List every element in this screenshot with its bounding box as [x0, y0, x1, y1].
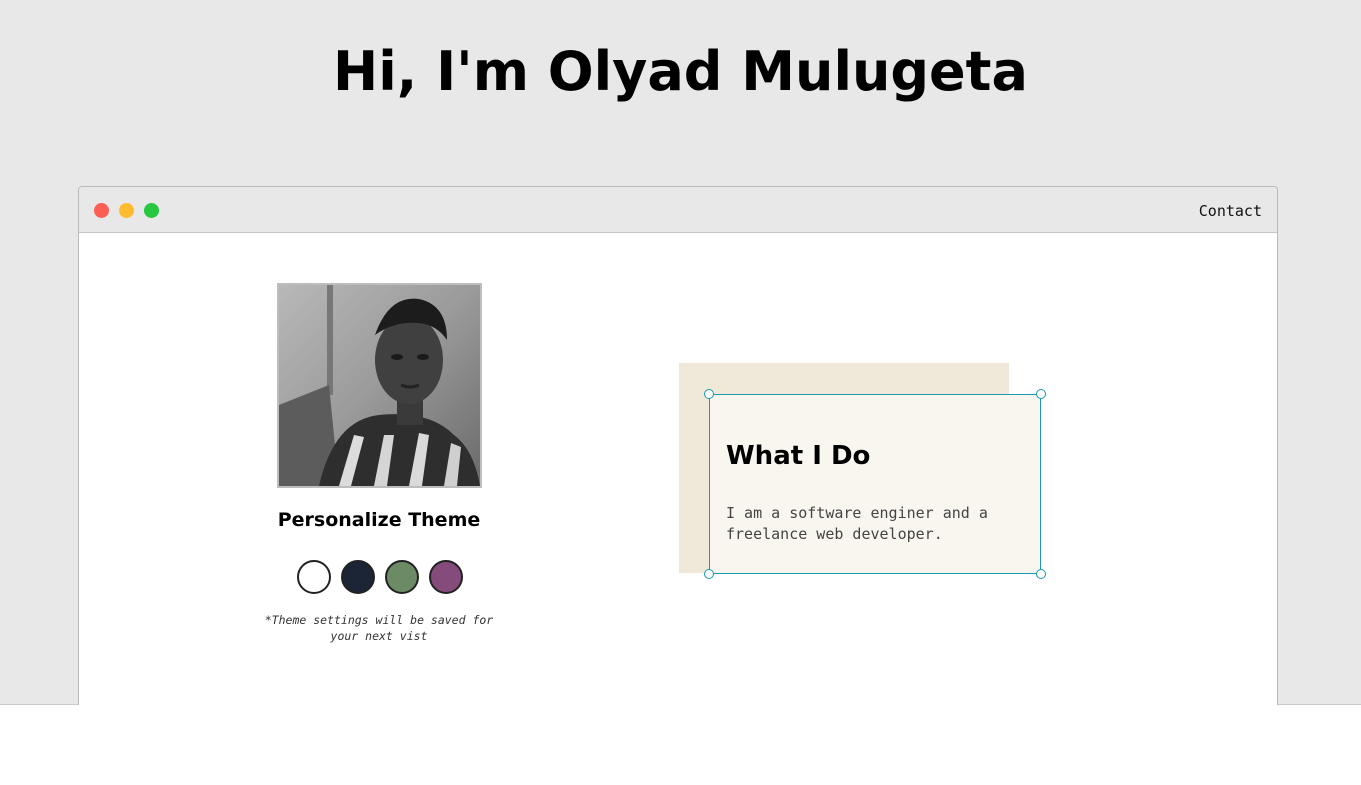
close-window-button[interactable]: [94, 203, 109, 218]
resize-handle-top-right[interactable]: [1036, 389, 1046, 399]
browser-window: Contact Personalize Theme *Theme setting…: [78, 186, 1278, 705]
theme-swatch-purple[interactable]: [429, 560, 463, 594]
window-titlebar: Contact: [79, 187, 1277, 233]
avatar: [277, 283, 482, 488]
theme-swatch-light[interactable]: [297, 560, 331, 594]
what-i-do-card: What I Do I am a software enginer and a …: [704, 389, 1046, 579]
card-title: What I Do: [726, 441, 871, 471]
minimize-window-button[interactable]: [119, 203, 134, 218]
page-background: Hi, I'm Olyad Mulugeta Contact Personali…: [0, 0, 1361, 705]
theme-swatch-green[interactable]: [385, 560, 419, 594]
resize-handle-bottom-left[interactable]: [704, 569, 714, 579]
theme-swatch-dark-blue[interactable]: [341, 560, 375, 594]
card-description: I am a software enginer and a freelance …: [726, 504, 988, 543]
personalize-theme-heading: Personalize Theme: [277, 509, 481, 531]
resize-handle-bottom-right[interactable]: [1036, 569, 1046, 579]
page-title: Hi, I'm Olyad Mulugeta: [333, 40, 1028, 103]
maximize-window-button[interactable]: [144, 203, 159, 218]
contact-link[interactable]: Contact: [1199, 202, 1262, 220]
resize-handle-top-left[interactable]: [704, 389, 714, 399]
theme-note: *Theme settings will be saved for your n…: [264, 613, 494, 643]
portrait-photo-icon: [279, 285, 480, 486]
